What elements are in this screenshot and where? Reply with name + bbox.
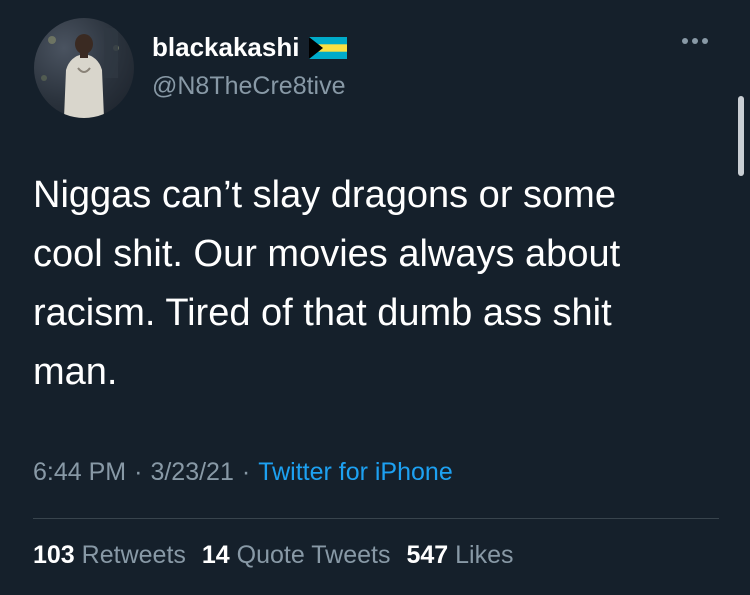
more-dot xyxy=(692,38,698,44)
tweet-text: Niggas can’t slay dragons or some cool s… xyxy=(33,166,723,402)
avatar-image xyxy=(41,28,119,118)
display-name[interactable]: blackakashi xyxy=(152,32,299,63)
tweet-source-link[interactable]: Twitter for iPhone xyxy=(258,458,453,486)
quotes-stat[interactable]: 14 Quote Tweets xyxy=(202,541,391,569)
bahamas-flag-icon xyxy=(309,36,348,59)
quotes-label: Quote Tweets xyxy=(236,541,391,569)
tweet-time[interactable]: 6:44 PM xyxy=(33,458,126,486)
tweet-text-line: cool shit. Our movies always about xyxy=(33,233,621,275)
divider xyxy=(33,518,719,519)
avatar[interactable] xyxy=(34,18,134,118)
name-row: blackakashi xyxy=(152,32,348,63)
more-dot xyxy=(682,38,688,44)
retweets-label: Retweets xyxy=(81,541,186,569)
tweet-text-line: Niggas can’t slay dragons or some xyxy=(33,174,616,216)
quotes-count: 14 xyxy=(201,541,230,569)
likes-stat[interactable]: 547 Likes xyxy=(406,541,513,569)
likes-label: Likes xyxy=(455,541,514,569)
meta-separator: · xyxy=(134,458,143,486)
meta-separator: · xyxy=(241,458,251,486)
scrollbar[interactable] xyxy=(738,96,744,176)
tweet-meta: 6:44 PM · 3/23/21 · Twitter for iPhone xyxy=(33,458,453,487)
tweet-card: blackakashi @N8TheCre8tive Niggas can’t … xyxy=(0,0,750,595)
tweet-text-line: racism. Tired of that dumb ass shit xyxy=(33,292,612,334)
tweet-date[interactable]: 3/23/21 xyxy=(150,458,233,486)
more-dot xyxy=(702,38,708,44)
retweets-stat[interactable]: 103 Retweets xyxy=(33,541,186,569)
more-options-icon[interactable] xyxy=(682,38,708,44)
retweets-count: 103 xyxy=(33,541,75,569)
user-handle[interactable]: @N8TheCre8tive xyxy=(152,72,346,101)
tweet-stats: 103 Retweets 14 Quote Tweets 547 Likes xyxy=(33,541,514,570)
tweet-text-line: man. xyxy=(33,351,118,393)
likes-count: 547 xyxy=(406,541,449,569)
